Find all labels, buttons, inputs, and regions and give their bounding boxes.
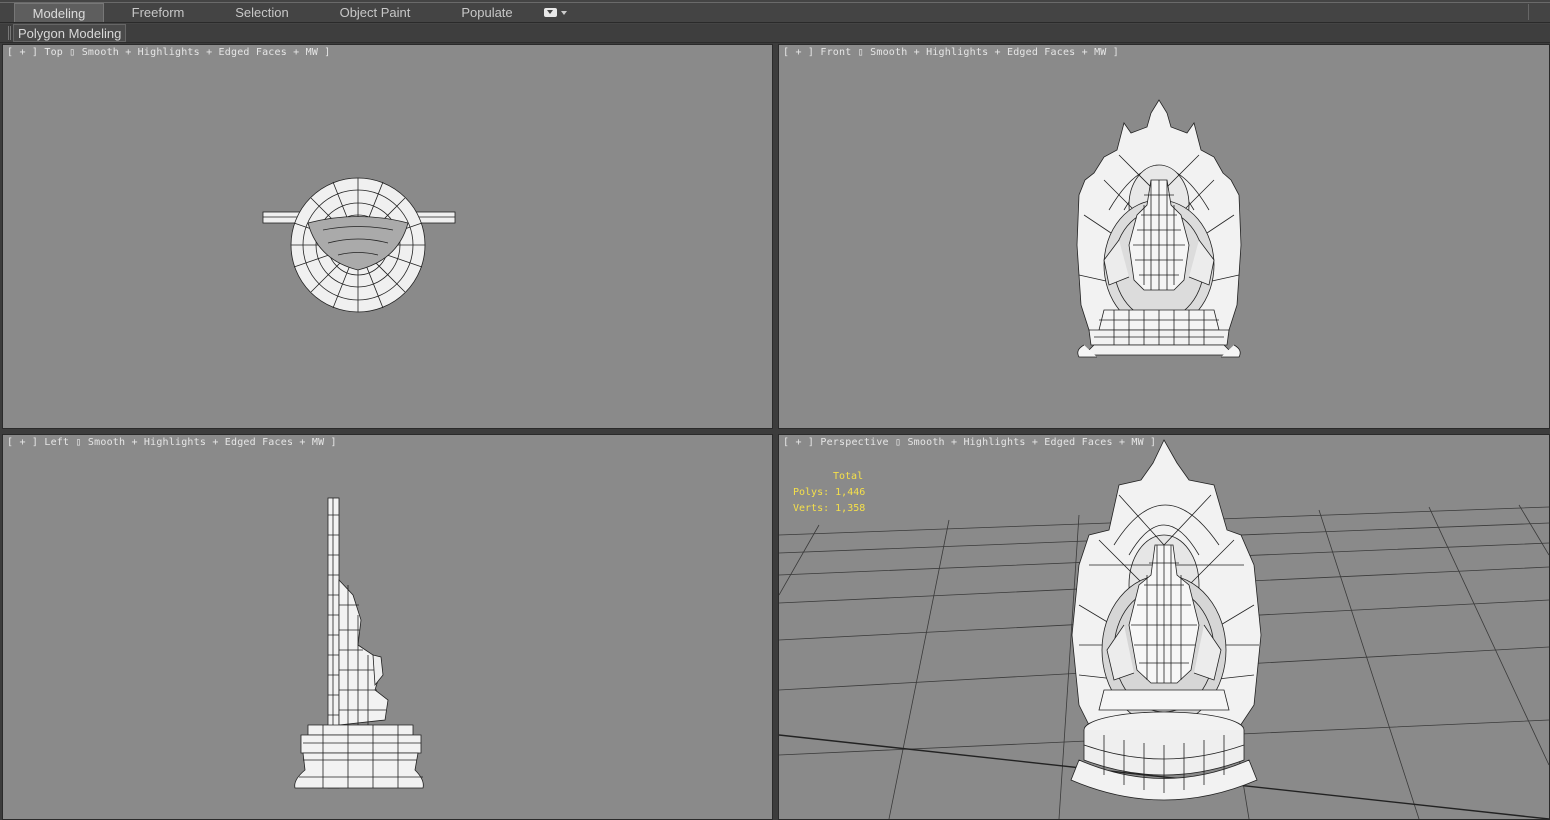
viewport-perspective-plus-menu[interactable]: [ + ] bbox=[783, 437, 814, 448]
polygon-modeling-panel-button[interactable]: Polygon Modeling bbox=[13, 24, 127, 42]
stats-polys-value: 1,446 bbox=[835, 487, 866, 498]
left-view-mesh bbox=[294, 497, 424, 789]
panel-grip-handle[interactable] bbox=[8, 26, 11, 40]
tab-freeform[interactable]: Freeform bbox=[116, 3, 200, 23]
ribbon-dropdown-icon[interactable] bbox=[543, 6, 569, 20]
top-view-mesh bbox=[262, 177, 456, 313]
tab-selection[interactable]: Selection bbox=[222, 3, 302, 23]
tab-modeling[interactable]: Modeling bbox=[14, 3, 104, 23]
stats-overlay: Total Polys: 1,446 Verts: 1,358 bbox=[793, 469, 865, 517]
stats-total-header: Total bbox=[833, 471, 864, 482]
stats-polys-label: Polys: bbox=[793, 487, 830, 498]
chevron-down-icon bbox=[561, 11, 567, 15]
ribbon-dropdown-box bbox=[544, 8, 557, 17]
viewport-perspective-view-menu[interactable]: Perspective bbox=[820, 437, 888, 448]
viewport-perspective-label: [ + ] Perspective ▯ Smooth + Highlights … bbox=[783, 437, 1157, 448]
stats-verts-row: Verts: 1,358 bbox=[793, 501, 865, 517]
viewport-perspective-shading-menu[interactable]: Smooth + Highlights + Edged Faces + MW ] bbox=[907, 437, 1156, 448]
perspective-grid bbox=[779, 439, 1549, 819]
front-view-mesh bbox=[1076, 99, 1242, 358]
ribbon-tab-bar: Modeling Freeform Selection Object Paint… bbox=[0, 0, 1550, 24]
viewport-perspective[interactable]: [ + ] Perspective ▯ Smooth + Highlights … bbox=[778, 434, 1550, 820]
tab-populate[interactable]: Populate bbox=[452, 3, 522, 23]
stats-polys-row: Polys: 1,446 bbox=[793, 485, 865, 501]
left-mesh-figure bbox=[338, 578, 389, 726]
left-mesh-pedestal bbox=[300, 734, 422, 754]
viewport-top[interactable]: [ + ] Top ▯ Smooth + Highlights + Edged … bbox=[2, 44, 773, 429]
stats-verts-label: Verts: bbox=[793, 503, 830, 514]
tab-object-paint[interactable]: Object Paint bbox=[330, 3, 420, 23]
stats-verts-value: 1,358 bbox=[835, 503, 866, 514]
tabbar-separator bbox=[1528, 4, 1529, 20]
viewport-left[interactable]: [ + ] Left ▯ Smooth + Highlights + Edged… bbox=[2, 434, 773, 820]
tabbar-bottom-line bbox=[0, 22, 1550, 23]
viewport-front[interactable]: [ + ] Front ▯ Smooth + Highlights + Edge… bbox=[778, 44, 1550, 429]
panel-bar-bottom-line bbox=[0, 42, 1550, 43]
ribbon-panel-bar bbox=[0, 24, 1550, 42]
